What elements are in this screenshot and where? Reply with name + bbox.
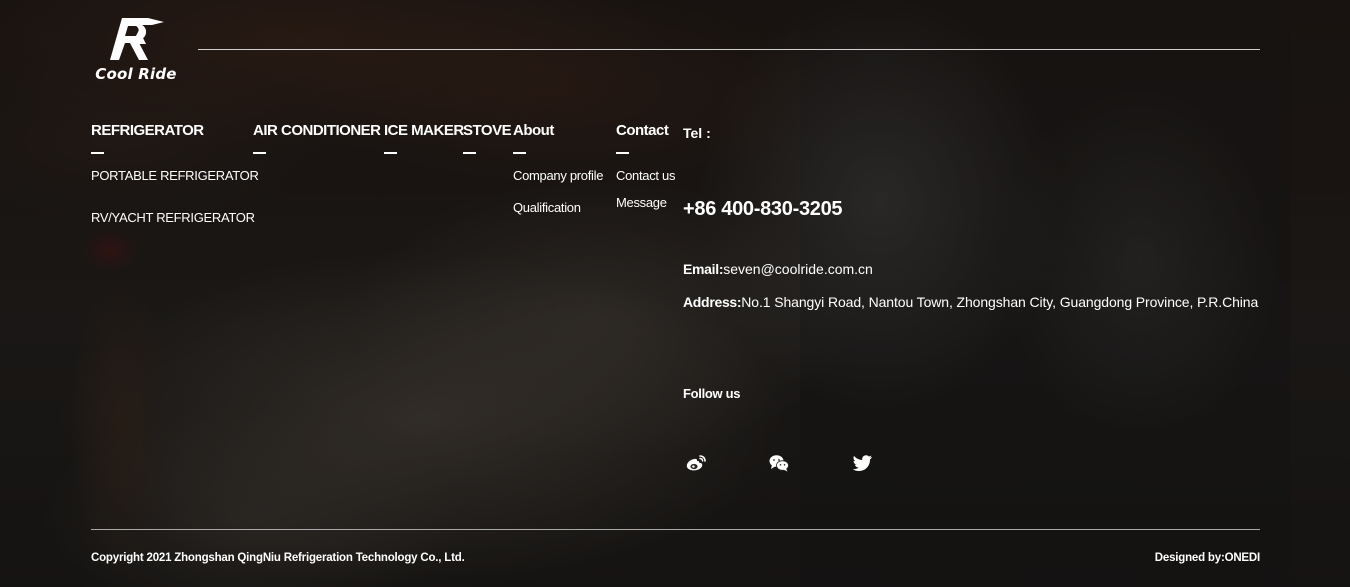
nav-column-air-conditioner: AIR CONDITIONER: [253, 122, 381, 154]
nav-dash: [384, 152, 397, 154]
tel-label: Tel :: [683, 125, 711, 141]
cool-ride-logo[interactable]: Cool Ride: [90, 16, 182, 84]
nav-dash: [91, 152, 104, 154]
designed-by-link[interactable]: Designed by:ONEDI: [1155, 552, 1260, 564]
nav-title-about[interactable]: About: [513, 122, 554, 140]
tel-number[interactable]: +86 400-830-3205: [683, 198, 843, 221]
brand-name: Cool Ride: [95, 65, 177, 83]
address-value: No.1 Shangyi Road, Nantou Town, Zhongsha…: [741, 294, 1259, 310]
nav-dash: [253, 152, 266, 154]
email-link[interactable]: seven@coolride.com.cn: [723, 261, 873, 277]
nav-link-contact-us[interactable]: Contact us: [616, 168, 675, 183]
email-label: Email:: [683, 261, 724, 277]
follow-us-label: Follow us: [683, 386, 741, 401]
nav-dash: [463, 152, 476, 154]
nav-column-contact: Contact Contact us Message: [616, 122, 675, 210]
top-divider: [198, 49, 1260, 50]
address-row: Address:No.1 Shangyi Road, Nantou Town, …: [683, 294, 1258, 310]
copyright-text: Copyright 2021 Zhongshan QingNiu Refrige…: [91, 552, 465, 564]
nav-dash: [616, 152, 629, 154]
nav-title-contact[interactable]: Contact: [616, 122, 669, 140]
address-label: Address:: [683, 294, 742, 310]
nav-link-message[interactable]: Message: [616, 195, 667, 210]
nav-column-about: About Company profile Qualification: [513, 122, 603, 215]
nav-column-stove: STOVE: [463, 122, 512, 154]
bottom-divider: [91, 529, 1260, 530]
nav-column-ice-maker: ICE MAKER: [384, 122, 464, 154]
wechat-icon[interactable]: [768, 453, 790, 473]
nav-title-ice-maker[interactable]: ICE MAKER: [384, 122, 464, 140]
nav-title-stove[interactable]: STOVE: [463, 122, 512, 140]
nav-column-refrigerator: REFRIGERATOR PORTABLE REFRIGERATOR RV/YA…: [91, 122, 259, 225]
weibo-icon[interactable]: [685, 453, 707, 473]
nav-link-portable-refrigerator[interactable]: PORTABLE REFRIGERATOR: [91, 168, 259, 183]
nav-title-refrigerator[interactable]: REFRIGERATOR: [91, 122, 204, 140]
email-row: Email:seven@coolride.com.cn: [683, 261, 873, 277]
logo-icon: [110, 18, 164, 60]
nav-dash: [513, 152, 526, 154]
nav-link-qualification[interactable]: Qualification: [513, 200, 581, 215]
twitter-icon[interactable]: [852, 453, 874, 473]
nav-link-rv-yacht-refrigerator[interactable]: RV/YACHT REFRIGERATOR: [91, 210, 255, 225]
nav-link-company-profile[interactable]: Company profile: [513, 168, 603, 183]
nav-title-air-conditioner[interactable]: AIR CONDITIONER: [253, 122, 381, 140]
